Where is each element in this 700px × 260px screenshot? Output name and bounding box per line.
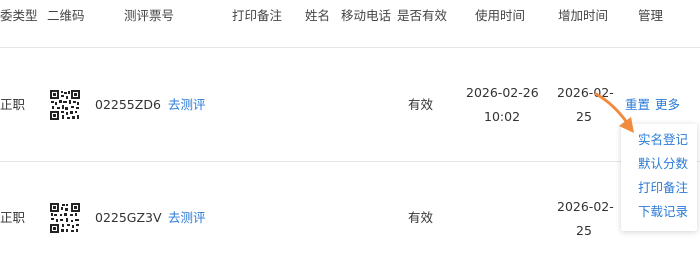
col-use-time-header: 使用时间	[475, 8, 526, 23]
col-phone-header: 移动电话	[341, 8, 392, 23]
col-print-note-header: 打印备注	[232, 8, 283, 23]
row-add-time-date: 2026-02-	[557, 199, 614, 214]
row-type: 正职	[0, 210, 26, 225]
row-valid-status: 有效	[408, 97, 434, 112]
more-dropdown-menu: 实名登记 默认分数 打印备注 下载记录	[621, 124, 697, 231]
row-use-time-date: 2026-02-26	[466, 85, 539, 100]
menu-item-default-score[interactable]: 默认分数	[638, 155, 688, 173]
row-use-time-time: 10:02	[484, 109, 521, 124]
go-evaluate-link[interactable]: 去测评	[168, 96, 206, 114]
row-divider	[0, 47, 700, 48]
menu-item-print-note[interactable]: 打印备注	[638, 179, 688, 197]
col-add-time-header: 增加时间	[558, 8, 609, 23]
qr-code-icon[interactable]	[50, 203, 80, 233]
col-valid-header: 是否有效	[397, 8, 448, 23]
row-valid-status: 有效	[408, 210, 434, 225]
row-add-time-day: 25	[576, 223, 592, 238]
col-type-header: 委类型	[0, 8, 38, 23]
row-type: 正职	[0, 97, 26, 112]
menu-item-download-record[interactable]: 下载记录	[638, 203, 688, 221]
go-evaluate-link[interactable]: 去测评	[168, 209, 206, 227]
more-button[interactable]: 更多	[655, 96, 680, 114]
menu-item-realname-register[interactable]: 实名登记	[638, 131, 688, 149]
col-manage-header: 管理	[638, 8, 664, 23]
col-qrcode-header: 二维码	[47, 8, 85, 23]
col-ticket-header: 测评票号	[124, 8, 175, 23]
row-divider	[0, 161, 700, 162]
annotation-arrow-icon	[594, 92, 634, 133]
row-ticket-number: 02255ZD6	[95, 97, 161, 112]
row-ticket-number: 0225GZ3V	[95, 210, 162, 225]
col-name-header: 姓名	[305, 8, 331, 23]
qr-code-icon[interactable]	[50, 90, 80, 120]
